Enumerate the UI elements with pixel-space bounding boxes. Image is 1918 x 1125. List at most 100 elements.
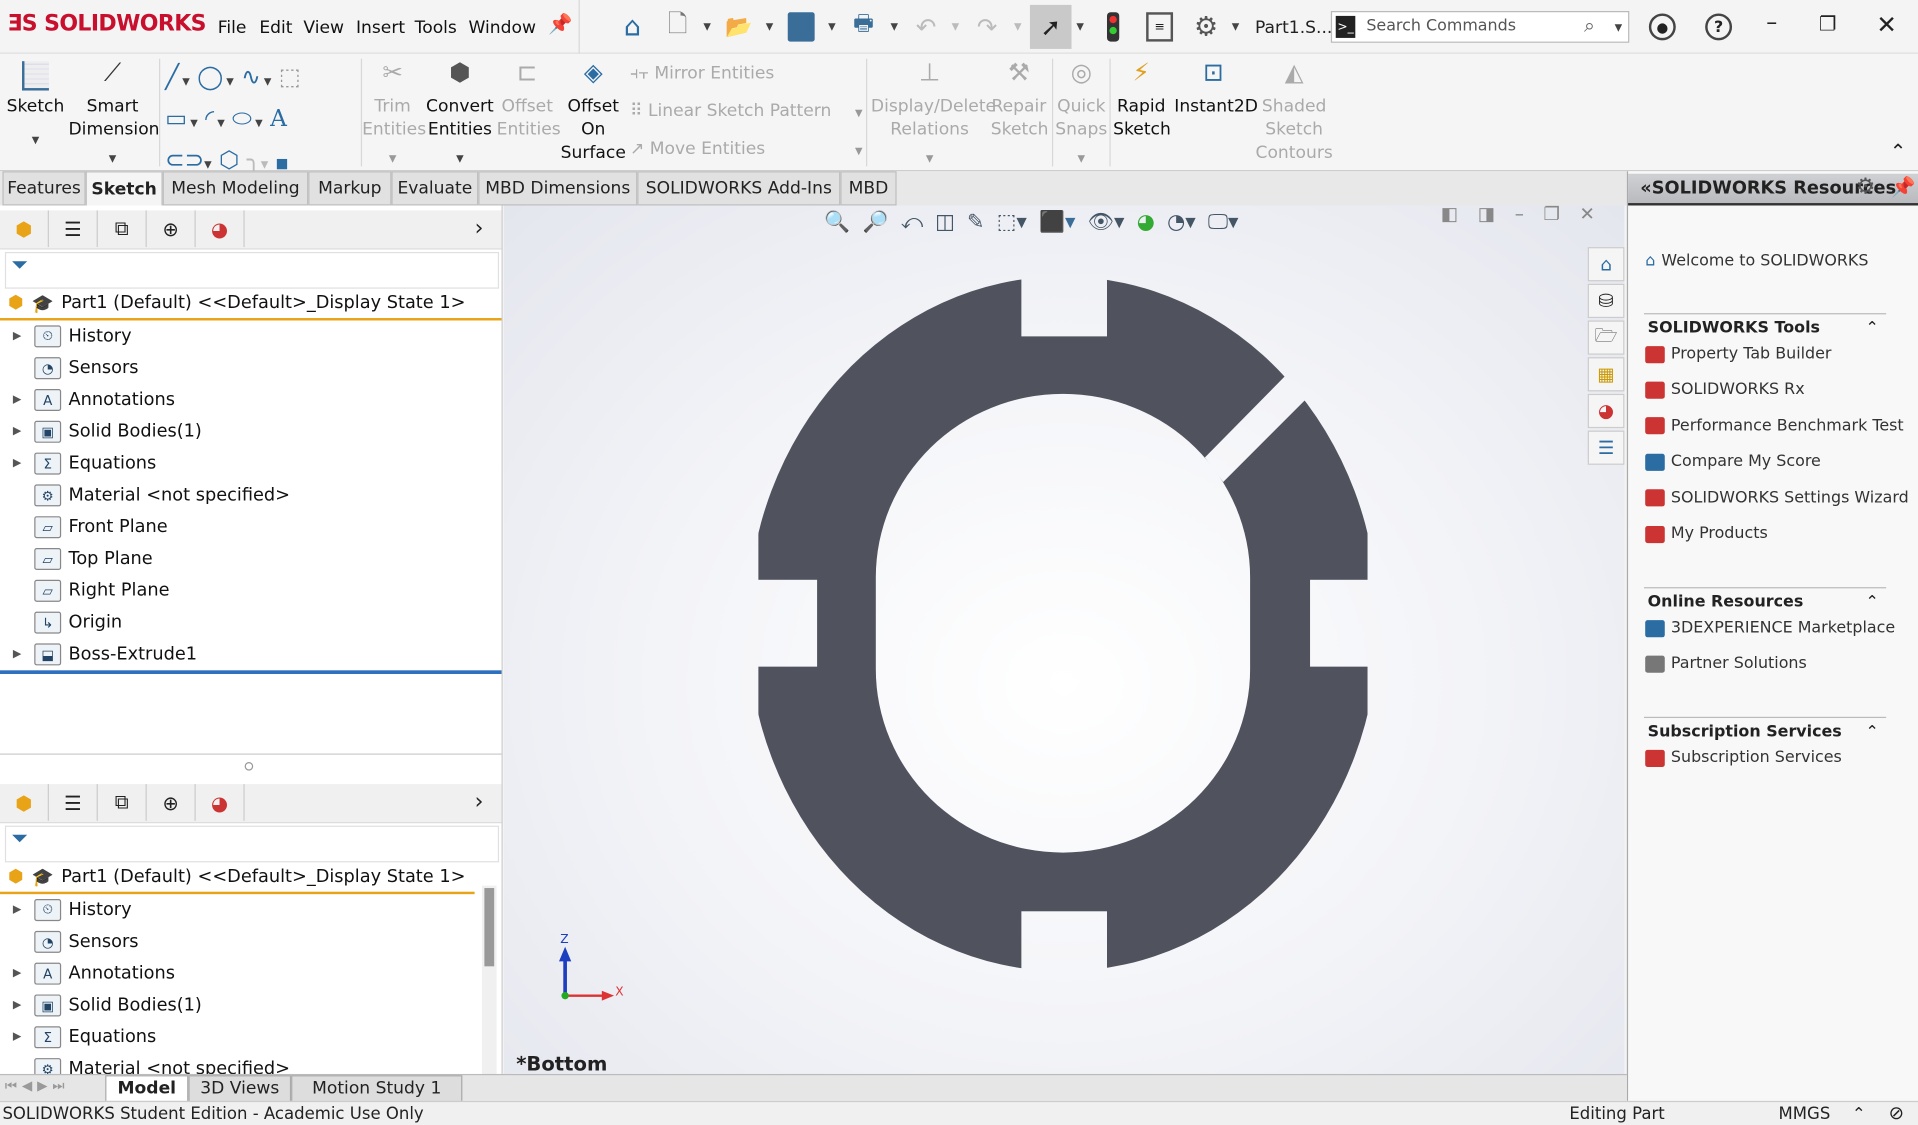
- tree-item[interactable]: ▶ Σ Equations: [0, 1021, 477, 1053]
- pane-pin-icon[interactable]: 📌: [1891, 175, 1915, 198]
- move-dropdown-icon[interactable]: ▼: [855, 146, 863, 157]
- tree-item[interactable]: ▶ ▣ Solid Bodies(1): [0, 416, 502, 448]
- expand-arrow-icon[interactable]: ▶: [0, 968, 34, 980]
- collapse-pane-icon[interactable]: «: [1640, 179, 1651, 199]
- shaded-sketch-contours-button[interactable]: ◭ Shaded Sketch Contours: [1255, 60, 1333, 165]
- collapse-section-icon[interactable]: ⌃: [1865, 593, 1878, 611]
- expand-arrow-icon[interactable]: ▶: [0, 457, 34, 469]
- property-manager-tab-icon[interactable]: ☰: [49, 210, 98, 248]
- tree-item[interactable]: ↳ Origin: [0, 607, 502, 639]
- print-icon[interactable]: 🖶: [848, 11, 880, 43]
- design-library-task-icon[interactable]: ⛁: [1587, 283, 1625, 319]
- tree-item[interactable]: ▶ A Annotations: [0, 958, 477, 990]
- dimxpert-manager-tab-icon[interactable]: ⊕: [147, 784, 196, 821]
- tree-item[interactable]: ◔ Sensors: [0, 926, 477, 958]
- text-tool-icon[interactable]: A: [270, 105, 287, 132]
- customize-status-icon[interactable]: ⊘: [1889, 1102, 1904, 1124]
- open-dropdown-icon[interactable]: ▼: [766, 21, 774, 32]
- offset-on-surface-button[interactable]: ◈ Offset On Surface: [560, 60, 626, 165]
- instant2d-button[interactable]: ⊡ Instant2D: [1174, 60, 1258, 118]
- tab-model[interactable]: Model: [105, 1075, 189, 1103]
- pin-menu-icon[interactable]: 📌: [548, 12, 572, 35]
- file-properties-icon[interactable]: ≡: [1146, 12, 1174, 42]
- mirror-entities-button[interactable]: ⫞⫟ Mirror Entities: [630, 62, 774, 85]
- tree-root[interactable]: ⬢ 🎓 Part1 (Default) <<Default>_Display Sta…: [0, 289, 502, 321]
- line-tool-icon[interactable]: ╱: [165, 64, 179, 91]
- offset-entities-button[interactable]: ⊏ Offset Entities: [497, 60, 561, 142]
- tab-motion-study-1[interactable]: Motion Study 1: [291, 1075, 463, 1103]
- search-input[interactable]: Search Commands: [1366, 17, 1516, 35]
- ellipse-tool-icon[interactable]: ⬭: [232, 105, 252, 132]
- file-explorer-task-icon[interactable]: 🗁: [1587, 320, 1625, 355]
- open-icon[interactable]: 📂: [722, 11, 756, 43]
- resources-task-icon[interactable]: ⌂: [1587, 247, 1625, 282]
- slot-tool-icon[interactable]: ⊂⊃: [165, 147, 204, 174]
- rectangle-tool-icon[interactable]: ▭: [165, 105, 187, 132]
- tree-item[interactable]: ▶ ⏲ History: [0, 320, 502, 352]
- display-manager-tab-icon[interactable]: ◕: [196, 784, 245, 821]
- menu-window[interactable]: Window: [468, 18, 536, 38]
- menu-tools[interactable]: Tools: [415, 18, 457, 38]
- resource-link[interactable]: My Products: [1645, 525, 1768, 543]
- user-account-icon[interactable]: ●: [1648, 13, 1676, 41]
- expand-arrow-icon[interactable]: ▶: [0, 394, 34, 406]
- spline-tool-icon[interactable]: ∿: [241, 64, 260, 91]
- display-delete-relations-button[interactable]: ⊥ Display/Delete Relations ▼: [871, 60, 996, 170]
- appearances-task-icon[interactable]: ◕: [1587, 393, 1625, 429]
- collapse-ribbon-icon[interactable]: ⌃: [1890, 139, 1906, 162]
- feature-manager-tab-icon[interactable]: ⬢: [0, 784, 49, 821]
- polygon-tool-icon[interactable]: ⬡: [219, 147, 239, 174]
- expand-arrow-icon[interactable]: ▶: [0, 426, 34, 438]
- units-dropdown-icon[interactable]: ⌃: [1852, 1105, 1866, 1125]
- resources-section-header[interactable]: SOLIDWORKS Tools ⌃: [1643, 313, 1887, 338]
- rapid-sketch-button[interactable]: ⚡ Rapid Sketch: [1113, 60, 1171, 142]
- resource-link[interactable]: Partner Solutions: [1645, 655, 1807, 673]
- expand-panel-icon[interactable]: ›: [475, 789, 484, 815]
- construction-geometry-icon[interactable]: ⬚: [279, 64, 301, 91]
- resources-section-header[interactable]: Subscription Services ⌃: [1643, 716, 1887, 741]
- collapse-section-icon[interactable]: ⌃: [1865, 723, 1878, 741]
- tree-item[interactable]: ▶ A Annotations: [0, 384, 502, 416]
- tree-item[interactable]: ▱ Top Plane: [0, 543, 502, 575]
- linear-sketch-pattern-button[interactable]: ⠿ Linear Sketch Pattern: [630, 100, 831, 123]
- move-entities-button[interactable]: ↗ Move Entities: [630, 138, 765, 161]
- panel-splitter[interactable]: [0, 753, 502, 755]
- rebuild-icon[interactable]: [1106, 12, 1120, 42]
- tab-solidworks-add-ins[interactable]: SOLIDWORKS Add-Ins: [637, 171, 841, 206]
- sketch-button[interactable]: Sketch ▼: [5, 61, 66, 152]
- redo-dropdown-icon[interactable]: ▼: [1014, 21, 1022, 32]
- quick-snaps-button[interactable]: ◎ Quick Snaps ▼: [1054, 60, 1108, 170]
- expand-arrow-icon[interactable]: ▶: [0, 330, 34, 342]
- save-icon[interactable]: [787, 12, 815, 42]
- resource-link[interactable]: Performance Benchmark Test: [1645, 417, 1904, 435]
- pane-settings-icon[interactable]: ⚙: [1856, 174, 1876, 200]
- tab-scroll-arrows[interactable]: ⏮◀▶⏭: [5, 1078, 70, 1095]
- resource-link[interactable]: 3DEXPERIENCE Marketplace: [1645, 619, 1895, 637]
- expand-arrow-icon[interactable]: ▶: [0, 1031, 34, 1043]
- options-icon[interactable]: ⚙: [1189, 10, 1223, 44]
- redo-icon[interactable]: ↷: [972, 11, 1001, 43]
- resources-section-header[interactable]: Online Resources ⌃: [1643, 587, 1887, 612]
- restore-icon[interactable]: ❐: [1819, 12, 1837, 35]
- tab-evaluate[interactable]: Evaluate: [391, 171, 479, 206]
- dimxpert-manager-tab-icon[interactable]: ⊕: [147, 210, 196, 248]
- resource-link[interactable]: Subscription Services: [1645, 749, 1842, 767]
- tree-root-2[interactable]: ⬢ 🎓 Part1 (Default) <<Default>_Display Sta…: [0, 862, 475, 895]
- custom-properties-task-icon[interactable]: ☰: [1587, 430, 1625, 465]
- tab-mesh-modeling[interactable]: Mesh Modeling: [162, 171, 309, 206]
- circle-tool-icon[interactable]: ◯: [197, 64, 223, 91]
- point-tool-icon[interactable]: ■: [276, 155, 289, 171]
- trim-entities-button[interactable]: ✂ Trim Entities ▼: [362, 60, 426, 170]
- help-icon[interactable]: ?: [1705, 13, 1733, 41]
- property-manager-tab-icon[interactable]: ☰: [49, 784, 98, 821]
- expand-arrow-icon[interactable]: ▶: [0, 904, 34, 916]
- tab-mbd[interactable]: MBD: [840, 171, 897, 206]
- unit-system-selector[interactable]: MMGS: [1779, 1105, 1831, 1125]
- select-icon[interactable]: ➚: [1029, 4, 1072, 49]
- expand-arrow-icon[interactable]: ▶: [0, 648, 34, 660]
- tree-item[interactable]: ▱ Right Plane: [0, 575, 502, 607]
- tree-item[interactable]: ⚙ Material <not specified>: [0, 479, 502, 511]
- graphics-area[interactable]: ◧◨–❐✕ 🔍🔎⤺◫✎⬚▾⬛▾👁▾◕◔▾🖵▾ ⌂ ⛁ 🗁 ▦ ◕ ☰: [503, 203, 1625, 1075]
- tab-mbd-dimensions[interactable]: MBD Dimensions: [478, 171, 638, 206]
- options-dropdown-icon[interactable]: ▼: [1232, 21, 1240, 32]
